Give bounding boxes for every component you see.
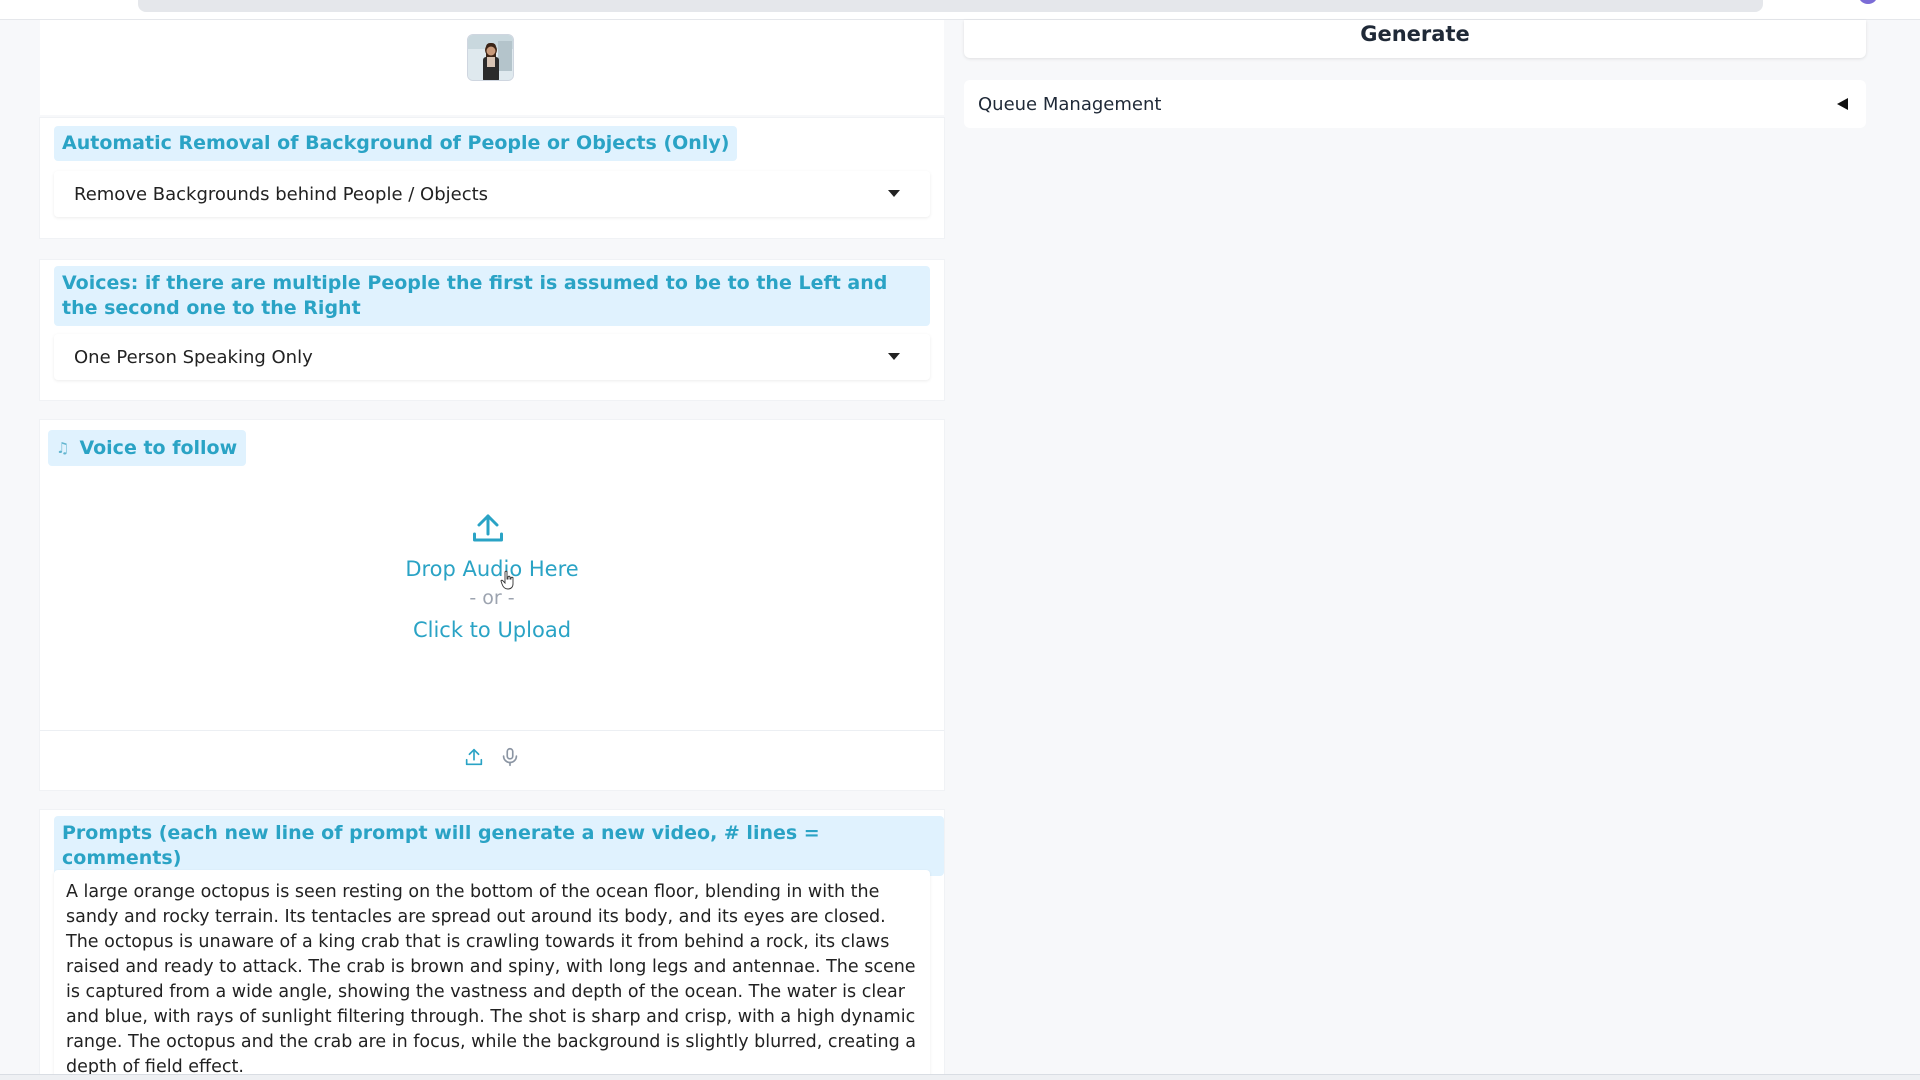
upload-icon[interactable] [463, 746, 485, 768]
background-removal-value: Remove Backgrounds behind People / Objec… [74, 183, 489, 205]
voices-dropdown[interactable]: One Person Speaking Only [54, 334, 930, 380]
voices-label: Voices: if there are multiple People the… [54, 266, 930, 326]
image-thumbnail[interactable] [467, 34, 514, 81]
top-scrollbar[interactable] [138, 0, 1763, 12]
click-to-upload-link[interactable]: Click to Upload [40, 618, 944, 642]
bottom-border [0, 1074, 1920, 1080]
audio-source-toolbar [40, 730, 944, 782]
avatar[interactable] [1858, 0, 1878, 4]
drop-audio-text: Drop Audio Here [405, 557, 579, 581]
person-photo-icon [468, 35, 513, 80]
queue-management-accordion[interactable]: Queue Management [964, 80, 1866, 128]
background-removal-block: Automatic Removal of Background of Peopl… [40, 118, 944, 238]
voices-value: One Person Speaking Only [74, 346, 313, 368]
queue-management-label: Queue Management [978, 93, 1162, 115]
microphone-icon[interactable] [499, 746, 521, 768]
audio-label-text: Voice to follow [79, 437, 238, 459]
hand-cursor-icon [500, 570, 514, 590]
upload-icon [473, 514, 503, 542]
generate-button[interactable]: Generate [964, 20, 1866, 58]
music-note-icon: ♫ [56, 439, 70, 457]
prompts-block: Prompts (each new line of prompt will ge… [40, 810, 944, 1080]
background-removal-dropdown[interactable]: Remove Backgrounds behind People / Objec… [54, 171, 930, 217]
prompt-textarea[interactable]: A large orange octopus is seen resting o… [54, 870, 930, 1080]
top-bar [0, 0, 1920, 20]
app-page: Automatic Removal of Background of Peopl… [0, 0, 1920, 1080]
caret-down-icon [888, 190, 900, 197]
audio-upload-block: ♫ Voice to follow Drop Audio Here - or -… [40, 420, 944, 790]
background-removal-label: Automatic Removal of Background of Peopl… [54, 126, 738, 161]
voices-block: Voices: if there are multiple People the… [40, 260, 944, 400]
image-panel [40, 20, 944, 115]
caret-down-icon [888, 353, 900, 360]
audio-drop-zone[interactable]: Drop Audio Here - or - Click to Upload [40, 480, 944, 730]
audio-label: ♫ Voice to follow [48, 430, 247, 466]
prompts-label: Prompts (each new line of prompt will ge… [54, 816, 944, 876]
triangle-left-icon[interactable] [1837, 98, 1848, 110]
or-separator: - or - [469, 587, 515, 609]
